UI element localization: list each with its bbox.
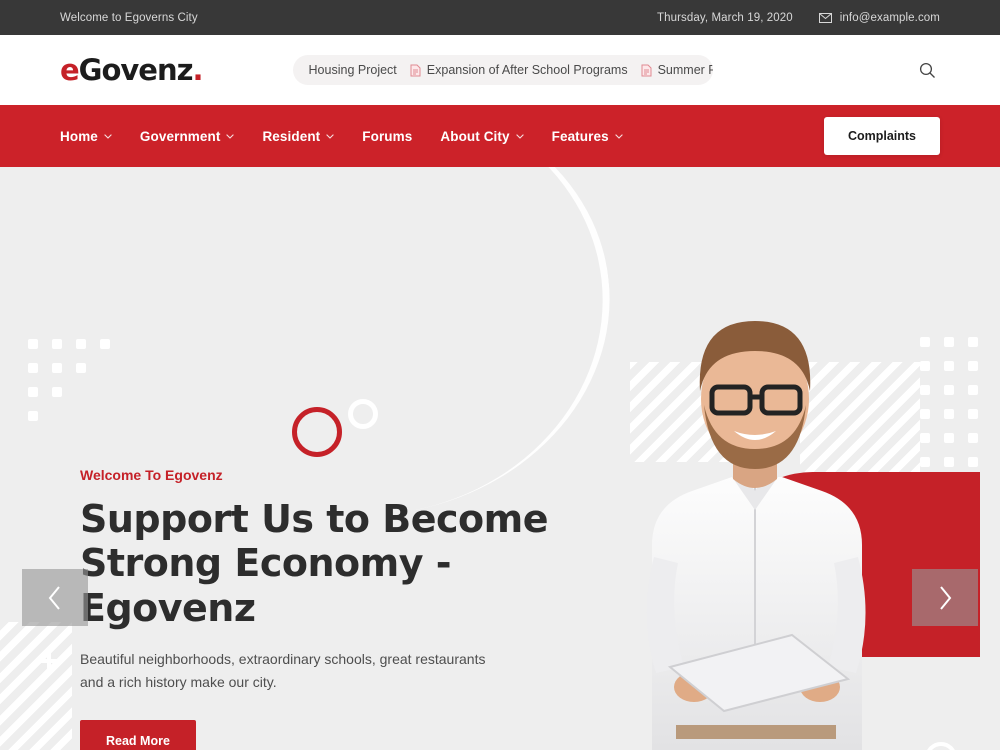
nav-item-home[interactable]: Home — [60, 129, 112, 144]
cross-decoration — [40, 652, 58, 670]
chevron-down-icon — [515, 133, 524, 139]
main-navigation: Home Government Resident Forums About Ci… — [0, 105, 1000, 167]
document-icon — [641, 64, 652, 76]
ticker-item[interactable]: Expansion of After School Programs — [410, 63, 628, 77]
ticker-item[interactable]: Summer Festival T — [641, 63, 713, 77]
ticker-label: Expansion of After School Programs — [426, 63, 628, 77]
nav-label: Forums — [362, 128, 413, 144]
nav-item-about-city[interactable]: About City — [440, 128, 524, 144]
hero-description: Beautiful neighborhoods, extraordinary s… — [80, 651, 486, 691]
chevron-right-icon — [940, 585, 952, 610]
contact-email[interactable]: info@example.com — [818, 11, 940, 24]
read-more-button[interactable]: Read More — [80, 719, 196, 750]
document-icon — [410, 64, 421, 76]
chevron-down-icon — [614, 133, 623, 139]
site-logo[interactable]: eGovenz. — [60, 53, 204, 87]
search-button[interactable] — [914, 57, 940, 83]
news-ticker[interactable]: Housing Project Expansion of After Schoo… — [292, 55, 713, 85]
nav-item-resident[interactable]: Resident — [262, 128, 335, 144]
ticker-item[interactable]: Housing Project — [309, 63, 397, 77]
chevron-left-icon — [48, 585, 60, 610]
white-ring-decoration — [925, 742, 957, 750]
hero-slider: Welcome To Egovenz Support Us to Become … — [0, 167, 1000, 750]
chevron-down-icon — [104, 133, 112, 139]
email-text: info@example.com — [839, 11, 940, 24]
nav-item-forums[interactable]: Forums — [362, 129, 412, 144]
envelope-icon — [818, 12, 832, 23]
nav-label: Features — [551, 128, 609, 144]
hero-content: Welcome To Egovenz Support Us to Become … — [80, 467, 600, 750]
dot-grid-decoration — [920, 337, 978, 467]
hero-title: Support Us to Become Strong Economy - Eg… — [80, 497, 549, 630]
nav-list: Home Government Resident Forums About Ci… — [60, 129, 623, 144]
nav-item-features[interactable]: Features — [552, 129, 623, 144]
nav-label: Resident — [262, 128, 321, 144]
search-icon — [919, 62, 935, 78]
ticker-label: Summer Festival T — [657, 63, 713, 77]
top-bar-right: Thursday, March 19, 2020 info@example.co… — [657, 12, 940, 24]
chevron-down-icon — [326, 133, 335, 139]
top-bar: Welcome to Egoverns City Thursday, March… — [0, 0, 1000, 35]
logo-dot: . — [192, 53, 204, 87]
stripe-decoration — [0, 622, 72, 750]
hero-person-image — [646, 321, 866, 750]
logo-main: Govenz — [78, 53, 194, 87]
complaints-button[interactable]: Complaints — [823, 117, 940, 155]
red-ring-decoration — [292, 407, 342, 457]
nav-item-government[interactable]: Government — [140, 129, 235, 144]
hero-eyebrow: Welcome To Egovenz — [80, 467, 223, 483]
chevron-down-icon — [226, 133, 235, 139]
ticker-label: Housing Project — [308, 63, 397, 77]
welcome-text: Welcome to Egoverns City — [60, 11, 198, 24]
nav-label: Government — [139, 128, 221, 144]
nav-label: Home — [60, 128, 98, 144]
slider-next-button[interactable] — [912, 569, 978, 626]
nav-label: About City — [440, 128, 510, 144]
dot-grid-decoration — [28, 339, 110, 421]
logo-e: e — [60, 53, 80, 87]
site-header: eGovenz. Housing Project Expansion of Af… — [0, 35, 1000, 105]
current-date: Thursday, March 19, 2020 — [656, 11, 793, 24]
white-ring-decoration — [348, 399, 378, 429]
slider-prev-button[interactable] — [22, 569, 88, 626]
